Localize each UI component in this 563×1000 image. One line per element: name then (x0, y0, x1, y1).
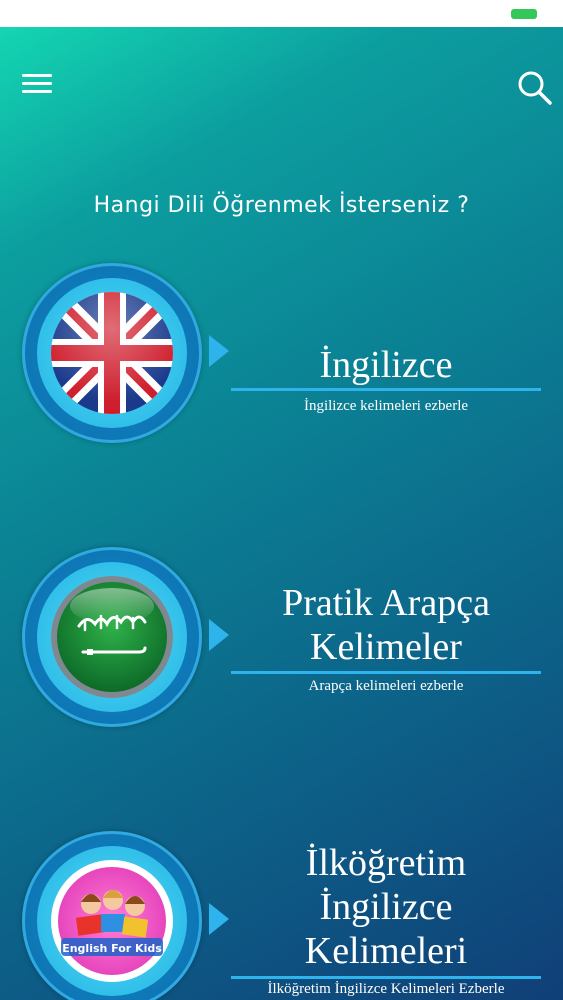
logo-text: English For Kids (62, 942, 162, 955)
page-title: Hangi Dili Öğrenmek İsterseniz ? (93, 193, 470, 218)
saudi-flag-icon (51, 576, 173, 698)
english-for-kids-logo: English For Kids (51, 860, 173, 982)
flag-button-arabic[interactable] (22, 547, 202, 727)
language-subtitle: İngilizce kelimeleri ezberle (303, 398, 469, 414)
language-title: Pratik Arapça Kelimeler (282, 582, 490, 668)
chevron-right-icon (209, 335, 229, 367)
chevron-right-icon (209, 619, 229, 651)
menu-icon[interactable] (22, 71, 54, 97)
language-card-english[interactable]: İngilizce İngilizce kelimeleri ezberle (0, 263, 563, 463)
battery-icon (511, 9, 537, 19)
divider (231, 976, 541, 979)
chevron-right-icon (209, 903, 229, 935)
status-bar (0, 0, 563, 27)
flag-button-english[interactable] (22, 263, 202, 443)
uk-flag-icon (51, 292, 173, 414)
divider (231, 388, 541, 391)
language-card-english-kids[interactable]: English For Kids İlköğretim İngilizce Ke… (0, 831, 563, 1000)
language-title: İngilizce (319, 344, 453, 386)
language-title: İlköğretim İngilizce Kelimeleri (304, 842, 468, 972)
flag-button-english-kids[interactable]: English For Kids (22, 831, 202, 1000)
language-card-arabic[interactable]: Pratik Arapça Kelimeler Arapça kelimeler… (0, 547, 563, 747)
search-icon[interactable] (514, 67, 554, 107)
divider (231, 671, 541, 674)
language-subtitle: Arapça kelimeleri ezberle (308, 678, 464, 694)
language-subtitle: İlköğretim İngilizce Kelimeleri Ezberle (267, 981, 505, 997)
app-screen: Hangi Dili Öğrenmek İsterseniz ? İngiliz… (0, 27, 563, 1000)
